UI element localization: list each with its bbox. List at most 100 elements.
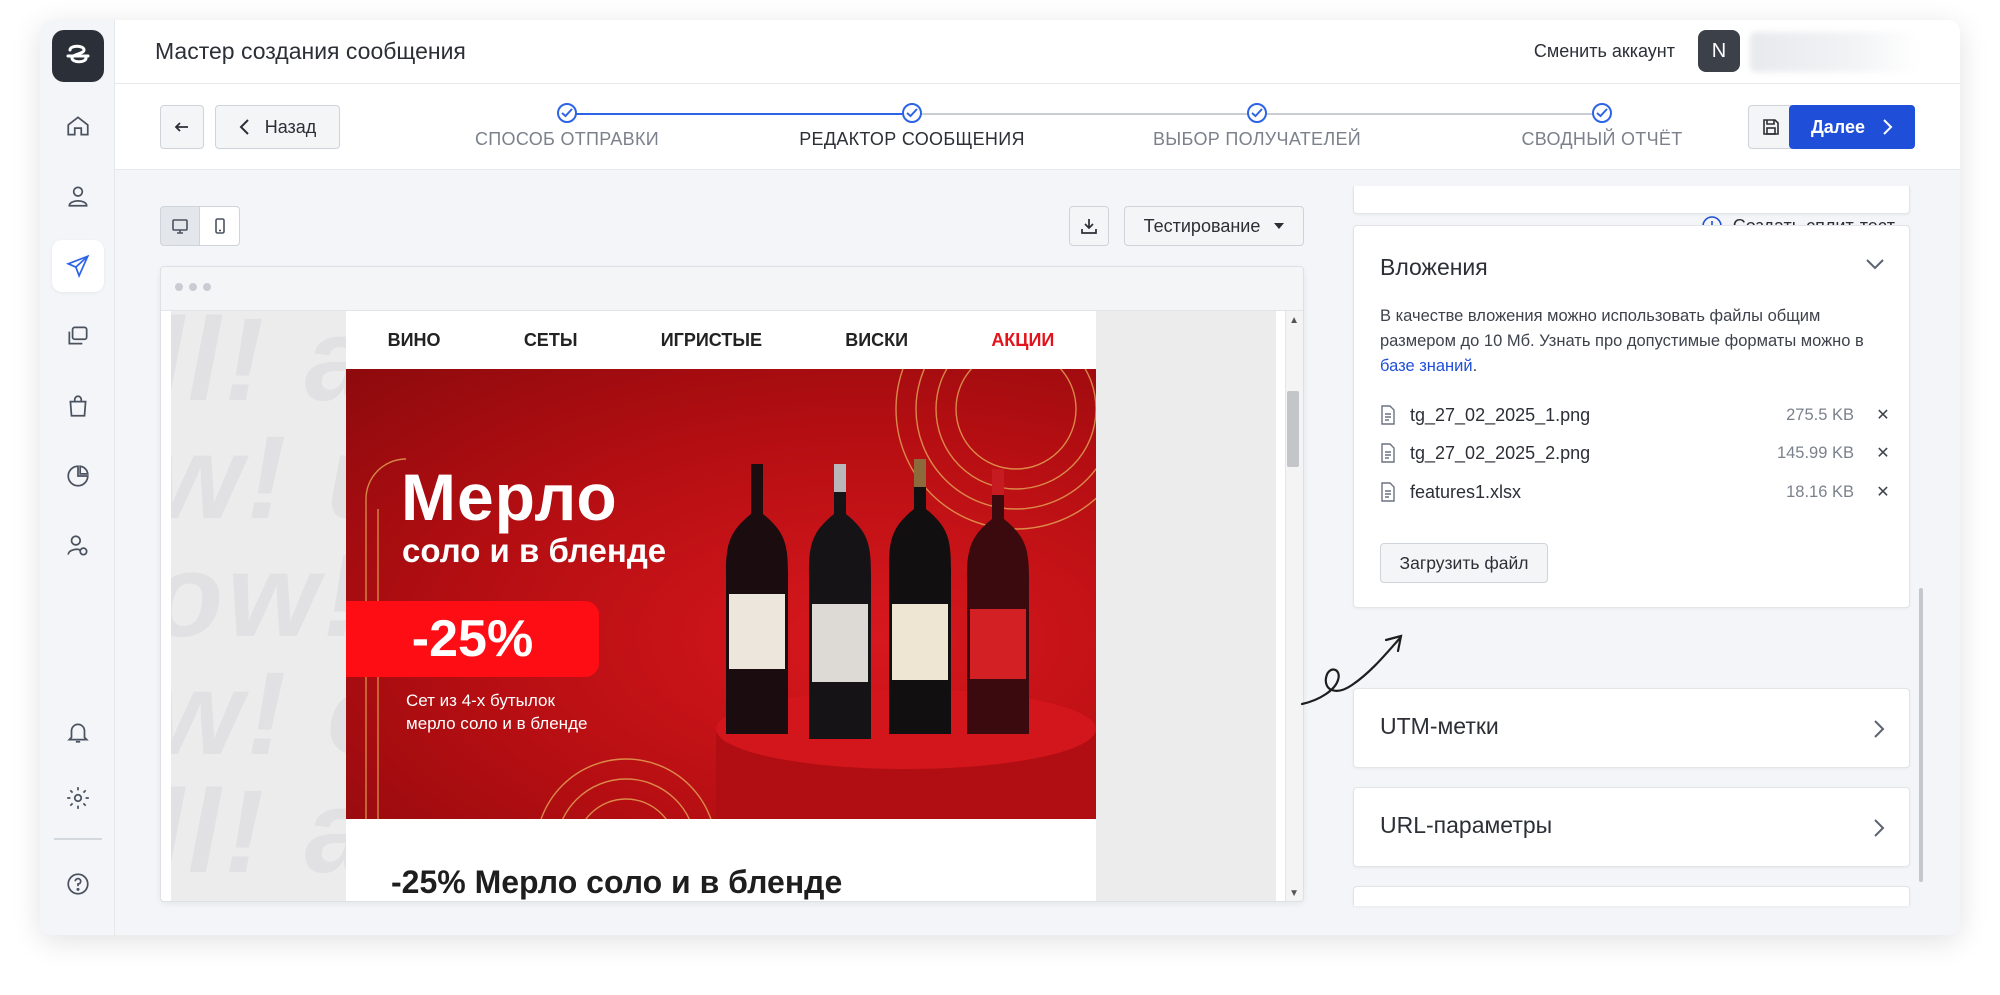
file-row: features1.xlsx 18.16 KB ✕ [1380, 478, 1890, 506]
switch-account-link[interactable]: Сменить аккаунт [1534, 41, 1675, 62]
file-icon [1381, 443, 1395, 463]
file-icon [1381, 405, 1395, 425]
banner-decoration [365, 369, 1096, 819]
save-button[interactable] [1748, 105, 1794, 149]
user-settings-icon[interactable] [52, 520, 104, 572]
upload-file-button[interactable]: Загрузить файл [1380, 543, 1548, 583]
chevron-right-icon [1874, 819, 1885, 837]
utm-section[interactable]: UTM-метки [1353, 688, 1910, 768]
collapsed-section-above [1353, 186, 1910, 214]
email-content: ВИНО СЕТЫ ИГРИСТЫЕ ВИСКИ АКЦИИ Мерло сол… [346, 311, 1096, 901]
analytics-pie-icon[interactable] [52, 450, 104, 502]
shopping-bag-icon[interactable] [52, 380, 104, 432]
wizard-bar: Назад СПОСОБ ОТПРАВКИ РЕДАКТОР СООБЩЕНИЯ… [115, 84, 1960, 170]
step-label-sending-method[interactable]: СПОСОБ ОТПРАВКИ [475, 129, 659, 150]
file-name: tg_27_02_2025_1.png [1410, 404, 1591, 425]
attachments-panel: Вложения В качестве вложения можно испол… [1353, 225, 1910, 608]
file-size: 145.99 KB [1776, 443, 1854, 462]
account-name-blurred [1750, 32, 1920, 72]
back-button-label: Назад [264, 116, 317, 137]
menu-item-sparkling[interactable]: ИГРИСТЫЕ [661, 330, 762, 351]
preview-titlebar [161, 267, 1303, 311]
chevron-right-icon [1883, 119, 1893, 135]
discount-badge: -25% [346, 601, 599, 677]
user-icon[interactable] [52, 170, 104, 222]
scroll-up-icon[interactable]: ▲ [1289, 315, 1299, 326]
step-label-message-editor[interactable]: РЕДАКТОР СООБЩЕНИЯ [799, 129, 1025, 150]
email-menu: ВИНО СЕТЫ ИГРИСТЫЕ ВИСКИ АКЦИИ [346, 311, 1096, 369]
preview-scroll-thumb[interactable] [1287, 391, 1299, 467]
file-row: tg_27_02_2025_2.png 145.99 KB ✕ [1380, 439, 1890, 467]
download-icon [1081, 219, 1097, 234]
scroll-down-icon[interactable]: ▼ [1289, 888, 1299, 899]
promo-banner[interactable]: Мерло соло и в бленде -25% Сет из 4-х бу… [346, 369, 1096, 819]
testing-label: Тестирование [1143, 215, 1261, 236]
panel-scrollbar[interactable] [1919, 588, 1923, 882]
app-window: Мастер создания сообщения Сменить аккаун… [40, 20, 1960, 935]
device-toggle [160, 206, 240, 246]
remove-file-icon[interactable]: ✕ [1876, 443, 1890, 463]
step-4-check-icon[interactable] [1592, 103, 1612, 123]
knowledge-base-link[interactable]: базе знаний [1380, 357, 1473, 375]
desktop-view-button[interactable] [160, 206, 200, 246]
mobile-view-button[interactable] [200, 206, 240, 246]
step-3-check-icon[interactable] [1247, 103, 1267, 123]
email-preview: ll! all! a w! ur ow! u w! o ll! a ВИНО С… [160, 266, 1304, 902]
preview-scrollbar[interactable]: ▲ ▼ [1285, 311, 1303, 901]
utm-title: UTM-метки [1380, 713, 1499, 739]
file-size: 18.16 KB [1786, 482, 1854, 501]
window-dots [175, 283, 211, 291]
file-icon [1381, 482, 1395, 502]
file-size: 275.5 KB [1786, 405, 1854, 424]
banner-note: Сет из 4-х бутылок мерло соло и в бленде [406, 691, 588, 733]
caret-down-icon [1274, 223, 1285, 229]
preview-canvas[interactable]: ll! all! a w! ur ow! u w! o ll! a ВИНО С… [171, 311, 1276, 901]
chevron-down-icon[interactable] [1865, 258, 1885, 270]
menu-item-wine[interactable]: ВИНО [388, 330, 441, 351]
mobile-icon [214, 218, 225, 234]
bell-icon[interactable] [52, 706, 104, 758]
step-1-check-icon[interactable] [557, 103, 577, 123]
floppy-disk-icon [1763, 119, 1779, 135]
menu-item-sets[interactable]: СЕТЫ [524, 330, 578, 351]
next-button[interactable]: Далее [1789, 105, 1915, 149]
file-name: features1.xlsx [1410, 481, 1522, 502]
sidebar-divider [54, 838, 102, 840]
banner-subtitle: соло и в бленде [402, 532, 667, 569]
help-icon[interactable] [52, 858, 104, 910]
email-heading: -25% Мерло соло и в бленде [391, 864, 843, 900]
home-icon[interactable] [52, 100, 104, 152]
gear-icon[interactable] [52, 772, 104, 824]
top-header: Мастер создания сообщения Сменить аккаун… [115, 20, 1960, 84]
url-params-section[interactable]: URL-параметры [1353, 787, 1910, 867]
testing-dropdown[interactable]: Тестирование [1124, 206, 1304, 246]
menu-item-promo[interactable]: АКЦИИ [991, 330, 1054, 351]
step-progress-line [568, 113, 913, 115]
step-label-recipients[interactable]: ВЫБОР ПОЛУЧАТЕЛЕЙ [1153, 129, 1361, 150]
attachments-title: Вложения [1380, 254, 1488, 280]
remove-file-icon[interactable]: ✕ [1876, 405, 1890, 425]
file-name: tg_27_02_2025_2.png [1410, 442, 1591, 463]
step-2-check-icon[interactable] [902, 103, 922, 123]
back-button[interactable]: Назад [215, 105, 340, 149]
download-button[interactable] [1069, 206, 1109, 246]
send-icon[interactable] [52, 240, 104, 292]
banner-title: Мерло [401, 460, 618, 534]
chevron-left-icon [239, 119, 249, 135]
attachments-description: В качестве вложения можно использовать ф… [1380, 307, 1864, 375]
url-params-title: URL-параметры [1380, 812, 1553, 838]
chevron-right-icon [1874, 720, 1885, 738]
back-arrow-button[interactable] [160, 105, 204, 149]
logo[interactable] [52, 30, 104, 82]
menu-item-whisky[interactable]: ВИСКИ [845, 330, 908, 351]
remove-file-icon[interactable]: ✕ [1876, 482, 1890, 502]
templates-icon[interactable] [52, 310, 104, 362]
avatar[interactable]: N [1698, 30, 1740, 72]
arrow-left-icon [174, 122, 188, 132]
next-button-label: Далее [1810, 116, 1866, 137]
next-section-partial [1353, 886, 1910, 906]
desktop-icon [172, 219, 188, 234]
file-row: tg_27_02_2025_1.png 275.5 KB ✕ [1380, 401, 1890, 429]
page-title: Мастер создания сообщения [155, 38, 466, 64]
step-label-summary[interactable]: СВОДНЫЙ ОТЧЁТ [1522, 129, 1683, 150]
